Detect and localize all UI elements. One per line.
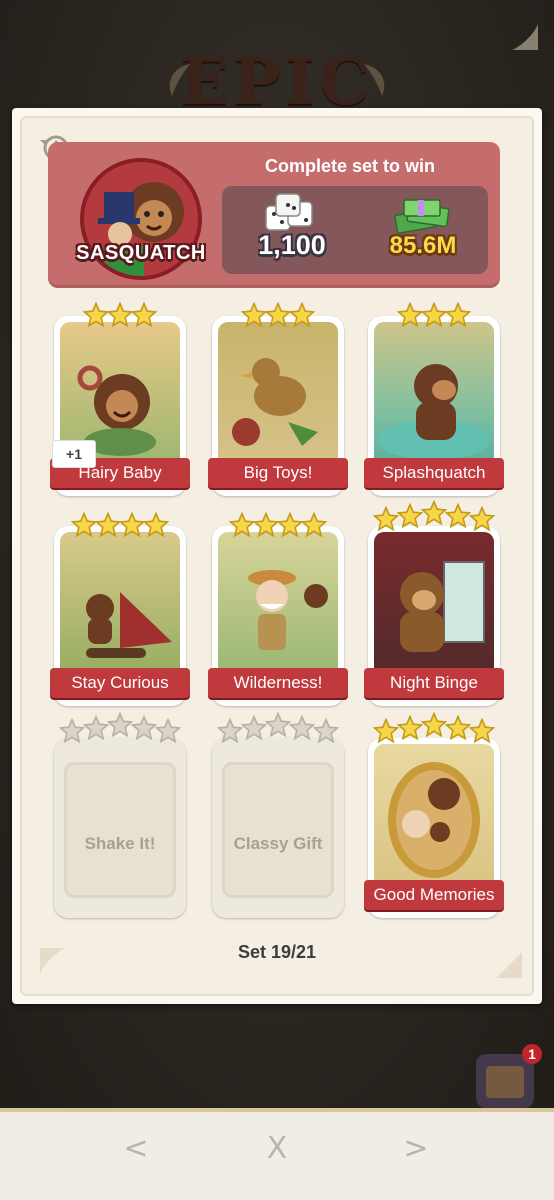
star-icon (445, 503, 471, 529)
laurel-left-icon (169, 64, 190, 96)
star-icon (241, 302, 267, 328)
star-icon (397, 503, 423, 529)
card-good-memories[interactable]: Good Memories (364, 738, 504, 918)
set-count-label: Set 19/21 (237, 942, 317, 962)
star-icon (143, 512, 169, 538)
star-icon (397, 302, 423, 328)
star-icon (265, 302, 291, 328)
card-splashquatch[interactable]: Splashquatch (364, 316, 504, 496)
card-name-label: Stay Curious (50, 668, 190, 698)
star-icon (107, 712, 133, 738)
complete-set-text: Complete set to win (264, 156, 435, 176)
star-icon (155, 718, 181, 744)
card-stars (395, 302, 473, 328)
star-icon (397, 715, 423, 741)
card-hairy-baby[interactable]: Hairy Baby (50, 316, 190, 496)
card-big-toys[interactable]: Big Toys! (208, 316, 348, 496)
card-stars (369, 712, 499, 744)
card-stay-curious[interactable]: Stay Curious (50, 526, 190, 706)
card-stars (68, 512, 172, 538)
star-icon (313, 718, 339, 744)
star-icon (373, 506, 399, 532)
card-name-label: Big Toys! (208, 458, 348, 488)
star-icon (107, 302, 133, 328)
card-empty-slot (64, 762, 176, 898)
star-icon (445, 715, 471, 741)
star-icon (289, 715, 315, 741)
star-icon (373, 718, 399, 744)
card-classy-gift-locked[interactable]: Classy Gift (212, 738, 344, 918)
star-icon (421, 500, 447, 526)
next-set-button[interactable]: > (396, 1128, 436, 1168)
dice-reward-value: 1,100 (258, 230, 326, 260)
star-icon (241, 715, 267, 741)
card-wilderness[interactable]: Wilderness! (208, 526, 348, 706)
corner-ornament-icon (512, 24, 538, 50)
gift-box-icon[interactable]: 1 (468, 1040, 548, 1112)
card-night-binge[interactable]: Night Binge (364, 526, 504, 706)
card-empty-slot (222, 762, 334, 898)
star-icon (445, 302, 471, 328)
star-icon (217, 718, 243, 744)
laurel-right-icon (364, 64, 385, 96)
prev-set-button[interactable]: < (116, 1128, 156, 1168)
star-icon (229, 512, 255, 538)
cash-reward-value: 85.6M (389, 232, 457, 259)
card-name-label: Classy Gift (233, 834, 323, 853)
star-icon (119, 512, 145, 538)
card-name-label: Good Memories (364, 880, 504, 910)
cash-stack-icon (394, 199, 450, 234)
card-stars (369, 500, 499, 532)
star-icon (289, 302, 315, 328)
card-stars (213, 712, 343, 744)
gift-box-badge: 1 (528, 1046, 536, 1062)
set-name-label: SASQUATCH (76, 241, 206, 264)
card-name-label: Shake It! (84, 834, 156, 853)
card-stars (226, 512, 330, 538)
star-icon (277, 512, 303, 538)
star-icon (71, 512, 97, 538)
card-stars (55, 712, 185, 744)
card-name-label: Wilderness! (208, 668, 348, 698)
star-icon (421, 712, 447, 738)
star-icon (469, 506, 495, 532)
card-stars (81, 302, 159, 328)
card-name-label: Splashquatch (364, 458, 504, 488)
star-icon (131, 715, 157, 741)
extra-copy-badge: +1 (52, 440, 96, 468)
card-shake-it-locked[interactable]: Shake It! (54, 738, 186, 918)
star-icon (265, 712, 291, 738)
star-icon (59, 718, 85, 744)
star-icon (83, 715, 109, 741)
star-icon (131, 302, 157, 328)
star-icon (301, 512, 327, 538)
star-icon (95, 512, 121, 538)
card-name-label: Night Binge (364, 668, 504, 698)
star-icon (469, 718, 495, 744)
card-stars (239, 302, 317, 328)
star-icon (253, 512, 279, 538)
star-icon (83, 302, 109, 328)
close-button[interactable]: X (257, 1128, 297, 1168)
star-icon (421, 302, 447, 328)
